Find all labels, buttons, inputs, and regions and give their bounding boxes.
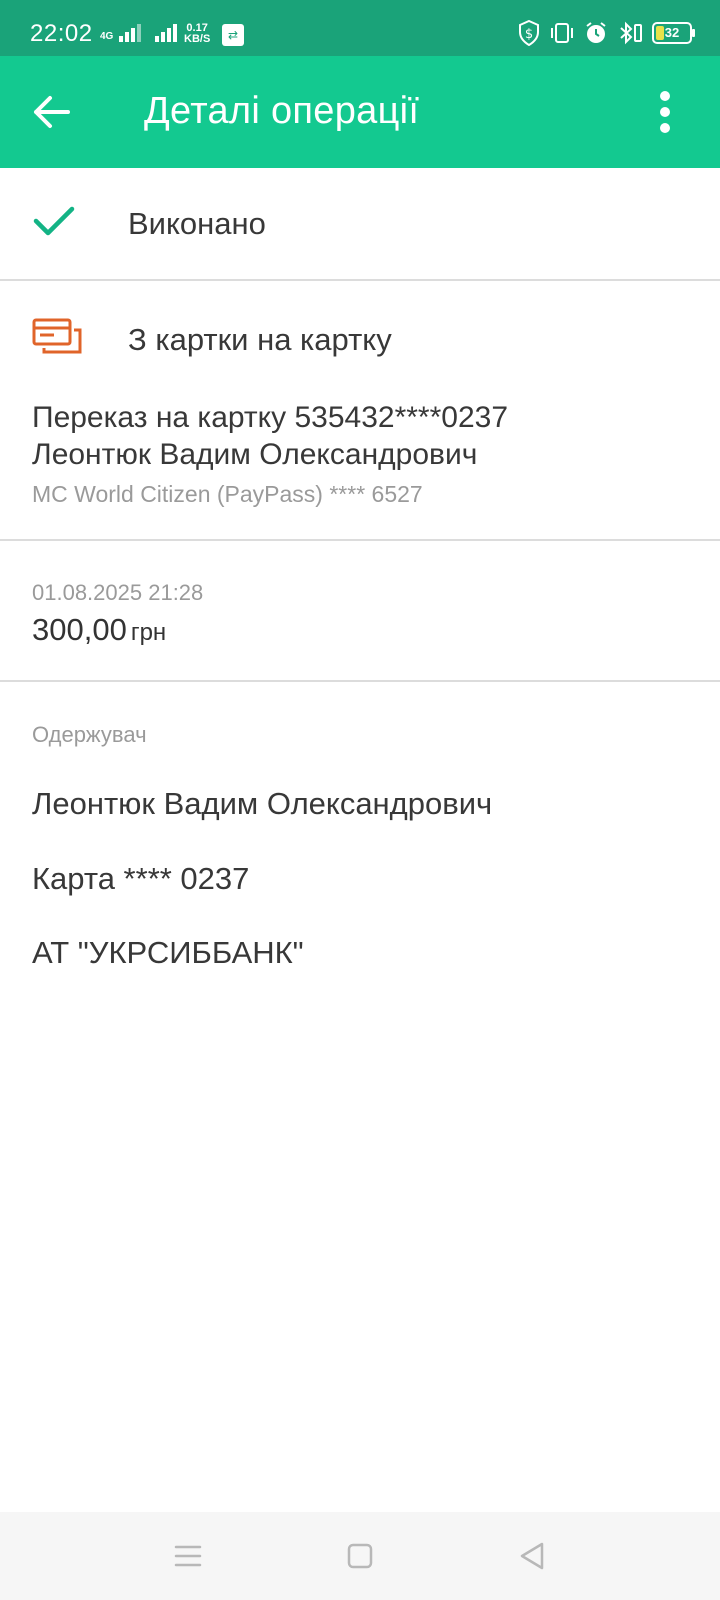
status-label: Виконано bbox=[128, 206, 266, 241]
amount-value: 300,00 bbox=[32, 612, 127, 647]
bluetooth-icon bbox=[620, 21, 642, 45]
divider bbox=[0, 539, 720, 541]
speed-unit: KB/S bbox=[184, 33, 211, 45]
amount-currency: грн bbox=[130, 619, 167, 646]
operation-datetime: 01.08.2025 21:28 bbox=[32, 580, 204, 605]
status-bar: 22:02 4G 0.17 KB/S ⇄ $ 32 bbox=[0, 0, 720, 56]
operation-type-label: З картки на картку bbox=[128, 322, 392, 357]
battery-icon: 32 bbox=[652, 22, 695, 44]
app-bar: Деталі операції bbox=[0, 56, 720, 168]
recipient-name: Леонтюк Вадим Олександрович bbox=[32, 786, 493, 821]
operation-amount: 300,00 грн bbox=[32, 612, 166, 648]
page-title: Деталі операції bbox=[144, 90, 420, 132]
alarm-icon bbox=[586, 22, 606, 43]
check-icon bbox=[33, 206, 75, 236]
shield-dollar-icon: $ bbox=[519, 20, 539, 46]
source-card: MC World Citizen (PayPass) **** 6527 bbox=[32, 481, 423, 507]
battery-level: 32 bbox=[664, 25, 680, 40]
more-options-icon[interactable] bbox=[648, 86, 684, 138]
network-type-label: 4G bbox=[100, 31, 114, 42]
divider bbox=[0, 680, 720, 682]
network-speed: 0.17 KB/S bbox=[184, 23, 210, 45]
divider bbox=[0, 279, 720, 281]
home-icon[interactable] bbox=[340, 1536, 380, 1576]
back-triangle-icon[interactable] bbox=[512, 1536, 552, 1576]
status-time: 22:02 bbox=[30, 20, 93, 47]
operation-description: Переказ на картку 535432****0237 bbox=[32, 401, 509, 434]
operation-status-row: Виконано bbox=[0, 168, 720, 280]
operation-recipient-name: Леонтюк Вадим Олександрович bbox=[32, 438, 478, 471]
vibrate-icon bbox=[551, 23, 573, 43]
menu-icon[interactable] bbox=[168, 1536, 208, 1576]
recipient-heading: Одержувач bbox=[32, 722, 147, 747]
signal-icon: 4G bbox=[100, 22, 178, 42]
svg-text:$: $ bbox=[525, 27, 533, 42]
system-nav-bar bbox=[0, 1512, 720, 1600]
back-arrow-icon[interactable] bbox=[30, 86, 74, 138]
recipient-card: Карта **** 0237 bbox=[32, 861, 250, 896]
card-transfer-icon bbox=[32, 318, 82, 354]
data-swap-icon: ⇄ bbox=[222, 24, 244, 46]
recipient-bank: АТ "УКРСИББАНК" bbox=[32, 935, 304, 970]
